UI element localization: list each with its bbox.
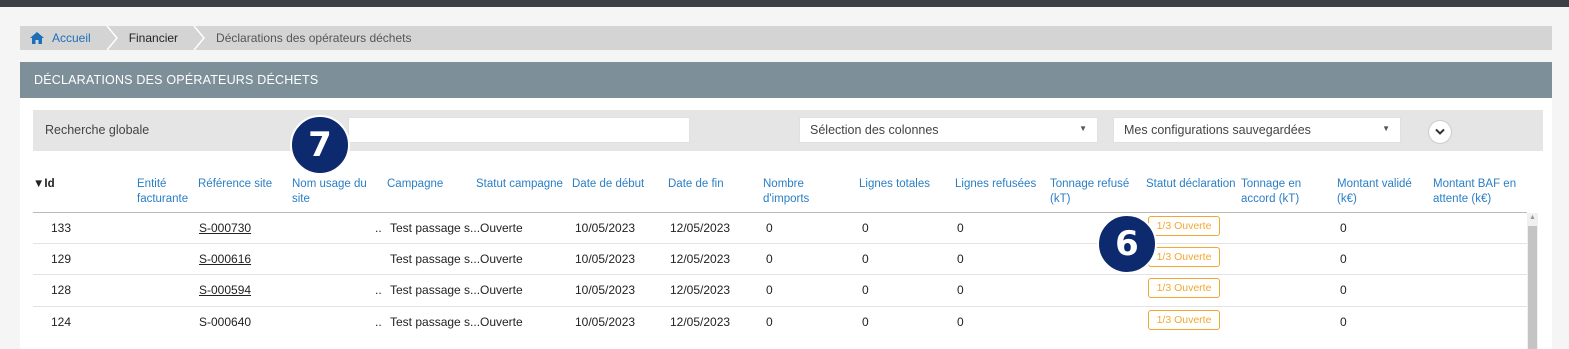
sort-desc-icon: ▼	[33, 178, 45, 190]
breadcrumb-separator-icon	[192, 25, 206, 51]
cell-date-debut: 10/05/2023	[575, 221, 636, 235]
cell-montant-valide: 0	[1340, 283, 1347, 297]
cell-date-debut: 10/05/2023	[575, 252, 636, 266]
cell-lignes-totales: 0	[862, 252, 869, 266]
status-badge: 1/3 Ouverte	[1148, 310, 1220, 330]
callout-badge-7: 7	[290, 115, 350, 175]
breadcrumb: Accueil Financier Déclarations des opéra…	[20, 25, 1552, 51]
columns-select[interactable]: Sélection des colonnes ▼	[799, 117, 1098, 143]
col-header-tonnage-accord[interactable]: Tonnage en accord (kT)	[1241, 177, 1301, 207]
global-search-input[interactable]	[348, 117, 690, 143]
cell-montant-valide: 0	[1340, 252, 1347, 266]
cell-date-debut: 10/05/2023	[575, 283, 636, 297]
col-header-lignes-totales[interactable]: Lignes totales	[859, 177, 930, 192]
scroll-up-icon[interactable]: ▲	[1529, 214, 1536, 221]
chevron-down-icon	[1435, 128, 1445, 135]
table-row[interactable]: 129 S-000616 Test passage s... Ouverte 1…	[33, 244, 1527, 274]
cell-lignes-refusees: 0	[957, 283, 964, 297]
cell-id: 128	[51, 283, 72, 297]
cell-campagne: Test passage s...	[390, 283, 481, 297]
status-badge: 1/3 Ouverte	[1148, 278, 1220, 298]
status-badge: 1/3 Ouverte	[1148, 247, 1220, 267]
panel-title: DÉCLARATIONS DES OPÉRATEURS DÉCHETS	[34, 73, 319, 87]
cell-date-fin: 12/05/2023	[670, 283, 731, 297]
status-badge: 1/3 Ouverte	[1148, 216, 1220, 236]
col-header-entite[interactable]: Entité facturante	[137, 177, 188, 207]
cell-statut-campagne: Ouverte	[480, 283, 523, 297]
cell-campagne-prefix: ..	[375, 221, 382, 235]
col-header-statut-declaration[interactable]: Statut déclaration	[1146, 177, 1236, 192]
cell-date-debut: 10/05/2023	[575, 315, 636, 329]
col-header-nom-usage[interactable]: Nom usage du site	[292, 177, 367, 207]
home-icon	[30, 32, 44, 44]
cell-date-fin: 12/05/2023	[670, 252, 731, 266]
col-header-tonnage-refuse[interactable]: Tonnage refusé (kT)	[1050, 177, 1129, 207]
cell-reference[interactable]: S-000640	[199, 315, 251, 329]
col-header-montant-valide[interactable]: Montant validé (k€)	[1337, 177, 1412, 207]
saved-configs-select[interactable]: Mes configurations sauvegardées ▼	[1113, 117, 1401, 143]
breadcrumb-home[interactable]: Accueil	[20, 26, 105, 50]
cell-date-fin: 12/05/2023	[670, 221, 731, 235]
cell-reference[interactable]: S-000730	[199, 221, 251, 235]
cell-campagne: Test passage s...	[390, 221, 481, 235]
global-search-label: Recherche globale	[45, 123, 150, 137]
cell-campagne: Test passage s...	[390, 315, 481, 329]
breadcrumb-financier-label: Financier	[128, 31, 179, 45]
caret-down-icon: ▼	[1382, 124, 1390, 133]
columns-select-label: Sélection des colonnes	[810, 123, 939, 137]
table-row[interactable]: 128 S-000594 .. Test passage s... Ouvert…	[33, 275, 1527, 305]
breadcrumb-financier[interactable]: Financier	[119, 26, 192, 50]
cell-lignes-totales: 0	[862, 283, 869, 297]
cell-statut-campagne: Ouverte	[480, 221, 523, 235]
cell-lignes-refusees: 0	[957, 315, 964, 329]
col-header-date-fin[interactable]: Date de fin	[668, 177, 724, 192]
col-header-lignes-refusees[interactable]: Lignes refusées	[955, 177, 1036, 192]
col-header-date-debut[interactable]: Date de début	[572, 177, 644, 192]
top-bar	[0, 0, 1569, 7]
cell-lignes-totales: 0	[862, 315, 869, 329]
breadcrumb-current-label: Déclarations des opérateurs déchets	[216, 31, 412, 45]
cell-reference[interactable]: S-000616	[199, 252, 251, 266]
scrollbar-thumb[interactable]	[1528, 226, 1537, 349]
cell-statut-campagne: Ouverte	[480, 252, 523, 266]
breadcrumb-current: Déclarations des opérateurs déchets	[206, 26, 425, 50]
cell-campagne-prefix: ..	[375, 283, 382, 297]
cell-campagne: Test passage s...	[390, 252, 481, 266]
cell-campagne-prefix: ..	[375, 315, 382, 329]
cell-montant-valide: 0	[1340, 315, 1347, 329]
cell-lignes-refusees: 0	[957, 252, 964, 266]
col-header-reference[interactable]: Référence site	[198, 177, 272, 192]
caret-down-icon: ▼	[1079, 124, 1087, 133]
cell-id: 129	[51, 252, 72, 266]
cell-nb-imports: 0	[766, 315, 773, 329]
table-row[interactable]: 124 S-000640 .. Test passage s... Ouvert…	[33, 307, 1527, 337]
col-header-nb-imports[interactable]: Nombre d'imports	[763, 177, 809, 207]
callout-badge-6: 6	[1097, 214, 1157, 274]
cell-statut-campagne: Ouverte	[480, 315, 523, 329]
col-header-campagne[interactable]: Campagne	[387, 177, 443, 192]
table-row[interactable]: 133 S-000730 .. Test passage s... Ouvert…	[33, 213, 1527, 243]
saved-configs-select-label: Mes configurations sauvegardées	[1124, 123, 1311, 137]
cell-nb-imports: 0	[766, 221, 773, 235]
col-header-id[interactable]: ▼Id	[33, 177, 55, 192]
cell-lignes-totales: 0	[862, 221, 869, 235]
expand-button[interactable]	[1428, 120, 1452, 144]
cell-date-fin: 12/05/2023	[670, 315, 731, 329]
cell-montant-valide: 0	[1340, 221, 1347, 235]
cell-id: 124	[51, 315, 72, 329]
cell-nb-imports: 0	[766, 283, 773, 297]
col-header-montant-baf[interactable]: Montant BAF en attente (k€)	[1433, 177, 1516, 207]
breadcrumb-separator-icon	[105, 25, 119, 51]
cell-id: 133	[51, 221, 72, 235]
col-header-statut-campagne[interactable]: Statut campagne	[476, 177, 563, 192]
panel-header: DÉCLARATIONS DES OPÉRATEURS DÉCHETS	[20, 62, 1552, 98]
breadcrumb-home-label: Accueil	[52, 31, 91, 45]
cell-nb-imports: 0	[766, 252, 773, 266]
cell-reference[interactable]: S-000594	[199, 283, 251, 297]
cell-lignes-refusees: 0	[957, 221, 964, 235]
